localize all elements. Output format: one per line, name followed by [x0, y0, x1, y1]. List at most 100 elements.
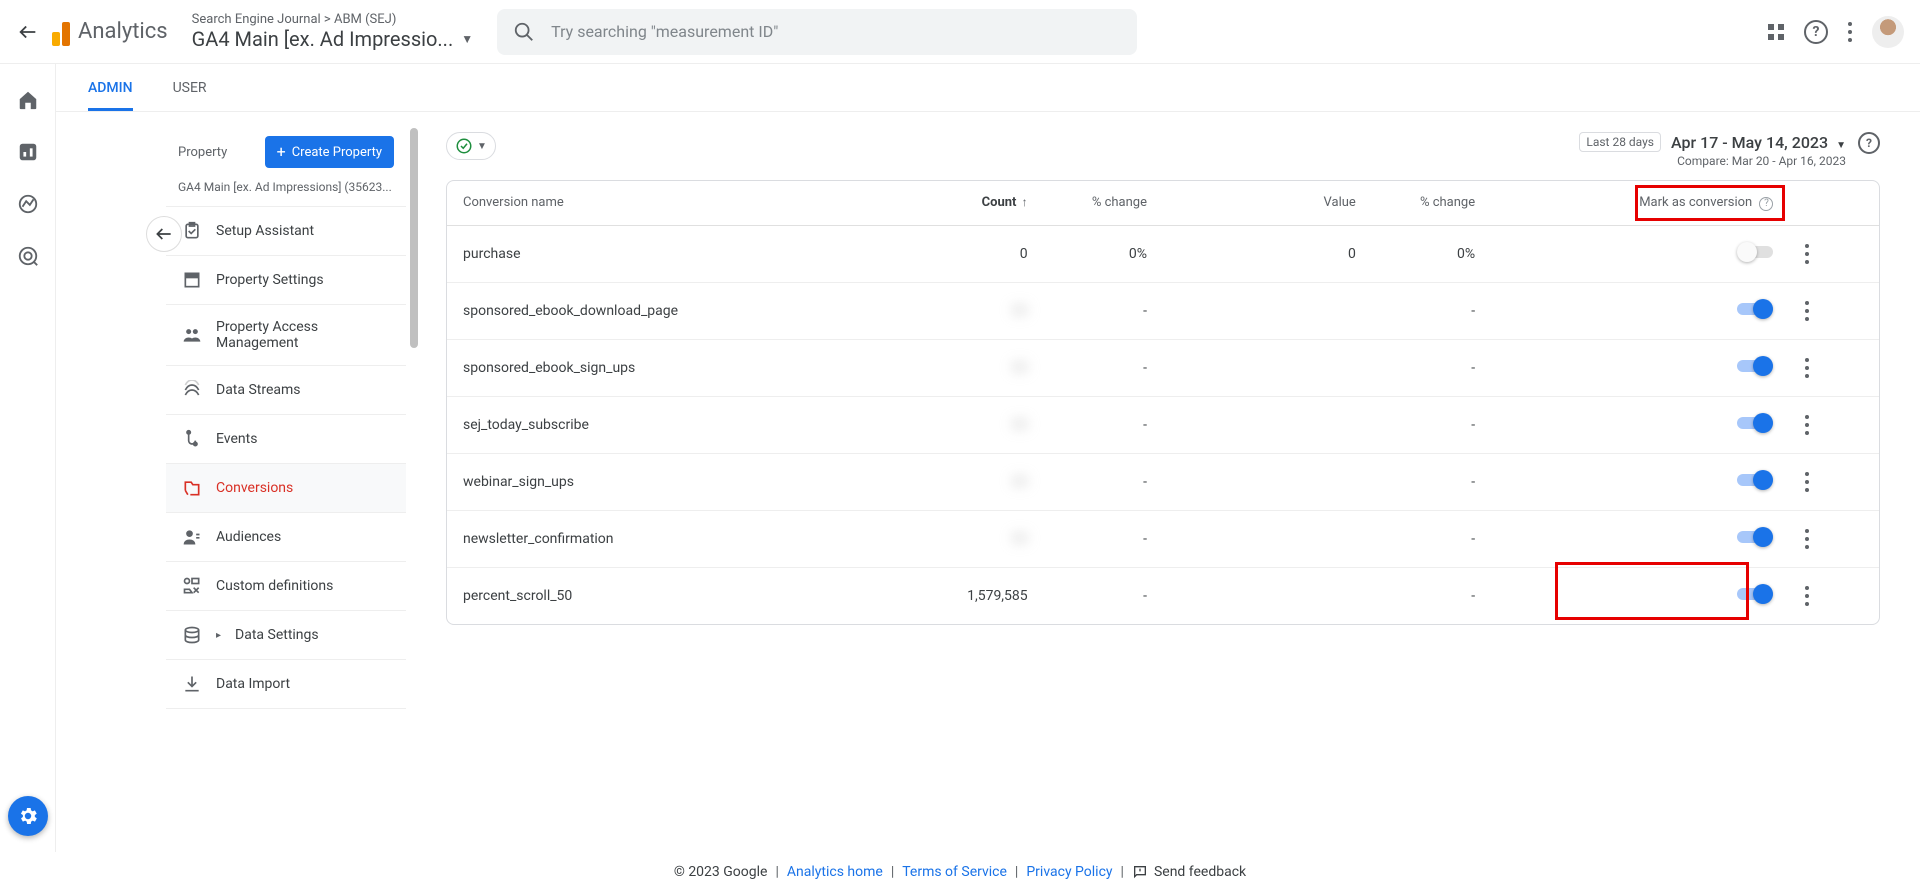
sidebar-item-events[interactable]: Events	[166, 415, 406, 464]
create-property-button[interactable]: + Create Property	[265, 136, 394, 168]
data-import-icon	[182, 674, 202, 694]
sidebar-item-setup-assistant[interactable]: Setup Assistant	[166, 207, 406, 256]
sidebar-item-label: Custom definitions	[216, 578, 333, 594]
audiences-icon	[182, 527, 202, 547]
cell-conversion-name[interactable]: sponsored_ebook_download_page	[447, 282, 895, 339]
cell-value	[1163, 453, 1372, 510]
sidebar-item-custom-definitions[interactable]: Custom definitions	[166, 562, 406, 611]
help-icon[interactable]: ?	[1804, 20, 1828, 44]
search-placeholder: Try searching "measurement ID"	[551, 22, 778, 41]
property-id-label[interactable]: GA4 Main [ex. Ad Impressions] (35623...	[166, 176, 406, 206]
row-more-menu[interactable]	[1805, 301, 1863, 321]
admin-settings-button[interactable]	[8, 796, 48, 836]
footer-tos[interactable]: Terms of Service	[902, 864, 1007, 880]
top-bar-actions: ?	[1768, 16, 1904, 48]
property-picker[interactable]: Search Engine Journal > ABM (SEJ) GA4 Ma…	[192, 12, 473, 51]
row-more-menu[interactable]	[1805, 586, 1863, 606]
cell-value-change: -	[1372, 510, 1491, 567]
cell-value-change: -	[1372, 282, 1491, 339]
cell-count-change: -	[1044, 567, 1163, 624]
cell-row-actions	[1789, 225, 1879, 282]
row-more-menu[interactable]	[1805, 529, 1863, 549]
mark-conversion-toggle[interactable]	[1737, 299, 1773, 319]
sidebar-item-property-settings[interactable]: Property Settings	[166, 256, 406, 305]
cell-count: 00	[895, 282, 1044, 339]
data-streams-icon	[182, 380, 202, 400]
sidebar-item-label: Setup Assistant	[216, 223, 314, 239]
mark-conversion-toggle[interactable]	[1737, 242, 1773, 262]
table-row: webinar_sign_ups00--	[447, 453, 1879, 510]
mark-conversion-toggle[interactable]	[1737, 413, 1773, 433]
col-count-change[interactable]: % change	[1044, 181, 1163, 225]
advertising-icon[interactable]	[16, 244, 40, 268]
sidebar-item-conversions[interactable]: Conversions	[166, 464, 406, 513]
reports-icon[interactable]	[16, 140, 40, 164]
mark-conversion-toggle[interactable]	[1737, 527, 1773, 547]
cell-count-change: -	[1044, 339, 1163, 396]
col-value-change[interactable]: % change	[1372, 181, 1491, 225]
col-conversion-name[interactable]: Conversion name	[447, 181, 895, 225]
back-button[interactable]	[16, 20, 40, 44]
col-count[interactable]: Count ↑	[895, 181, 1044, 225]
mark-conversion-toggle[interactable]	[1737, 470, 1773, 490]
sidebar-item-property-access-management[interactable]: Property Access Management	[166, 305, 406, 366]
sidebar-item-data-streams[interactable]: Data Streams	[166, 366, 406, 415]
row-more-menu[interactable]	[1805, 358, 1863, 378]
help-tooltip-icon[interactable]: ?	[1759, 197, 1773, 211]
feedback-icon	[1132, 864, 1148, 880]
row-more-menu[interactable]	[1805, 244, 1863, 264]
sidebar-item-audiences[interactable]: Audiences	[166, 513, 406, 562]
cell-row-actions	[1789, 453, 1879, 510]
mark-conversion-toggle[interactable]	[1737, 584, 1773, 604]
sidebar-item-label: Audiences	[216, 529, 281, 545]
conversions-table: Conversion name Count ↑ % change Value %…	[446, 180, 1880, 625]
cell-conversion-name[interactable]: webinar_sign_ups	[447, 453, 895, 510]
date-range-picker[interactable]: Apr 17 - May 14, 2023 ▼	[1671, 133, 1846, 152]
mark-conversion-toggle[interactable]	[1737, 356, 1773, 376]
cell-mark-toggle	[1491, 282, 1789, 339]
search-input[interactable]: Try searching "measurement ID"	[497, 9, 1137, 55]
status-filter-chip[interactable]: ▼	[446, 132, 496, 160]
row-more-menu[interactable]	[1805, 472, 1863, 492]
cell-conversion-name[interactable]: newsletter_confirmation	[447, 510, 895, 567]
tab-user[interactable]: USER	[173, 80, 207, 111]
sort-asc-icon: ↑	[1022, 195, 1028, 209]
cell-count: 1,579,585	[895, 567, 1044, 624]
col-mark-as-conversion: Mark as conversion ?	[1491, 181, 1789, 225]
admin-tabs: ADMIN USER	[56, 64, 1920, 112]
create-property-label: Create Property	[292, 145, 382, 160]
cell-row-actions	[1789, 339, 1879, 396]
cell-conversion-name[interactable]: sponsored_ebook_sign_ups	[447, 339, 895, 396]
sidebar-item-data-settings[interactable]: ▸Data Settings	[166, 611, 406, 660]
sidebar-item-data-import[interactable]: Data Import	[166, 660, 406, 709]
col-value[interactable]: Value	[1163, 181, 1372, 225]
footer-analytics-home[interactable]: Analytics home	[787, 864, 883, 880]
cell-conversion-name[interactable]: percent_scroll_50	[447, 567, 895, 624]
property-settings-icon	[182, 270, 202, 290]
cell-count-change: -	[1044, 282, 1163, 339]
property-access-management-icon	[182, 325, 202, 345]
cell-conversion-name[interactable]: purchase	[447, 225, 895, 282]
explore-icon[interactable]	[16, 192, 40, 216]
home-icon[interactable]	[16, 88, 40, 112]
cell-conversion-name[interactable]: sej_today_subscribe	[447, 396, 895, 453]
table-row: sej_today_subscribe00--	[447, 396, 1879, 453]
cell-mark-toggle	[1491, 225, 1789, 282]
product-logo-wrap[interactable]: Analytics	[52, 18, 168, 46]
custom-definitions-icon	[182, 576, 202, 596]
cell-row-actions	[1789, 396, 1879, 453]
cell-mark-toggle	[1491, 339, 1789, 396]
sidebar-item-label: Events	[216, 431, 257, 447]
footer-privacy[interactable]: Privacy Policy	[1026, 864, 1112, 880]
date-preset-chip[interactable]: Last 28 days	[1579, 132, 1661, 152]
tab-admin[interactable]: ADMIN	[88, 80, 133, 111]
more-menu-icon[interactable]	[1848, 22, 1852, 42]
footer-send-feedback[interactable]: Send feedback	[1132, 864, 1246, 880]
account-avatar[interactable]	[1872, 16, 1904, 48]
data-settings-icon	[182, 625, 202, 645]
cell-value	[1163, 339, 1372, 396]
apps-icon[interactable]	[1768, 24, 1784, 40]
row-more-menu[interactable]	[1805, 415, 1863, 435]
help-icon[interactable]: ?	[1858, 132, 1880, 154]
collapse-panel-button[interactable]	[146, 216, 182, 252]
